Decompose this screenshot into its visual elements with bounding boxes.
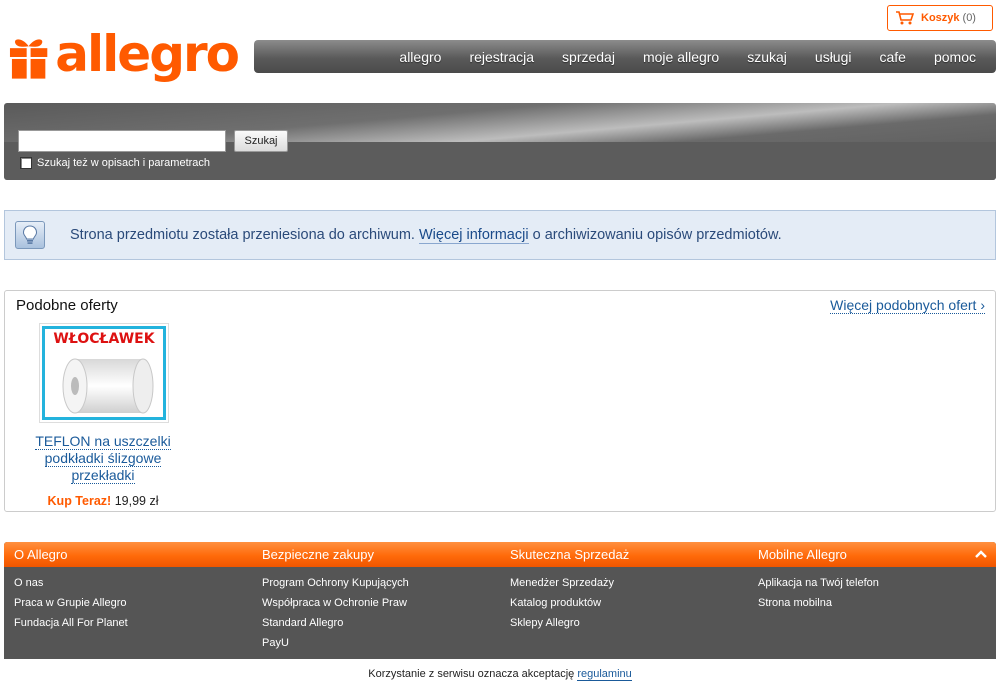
footer-link-o-nas[interactable]: O nas <box>14 573 128 593</box>
archive-info-link[interactable]: Więcej informacji <box>418 227 529 244</box>
cart-button[interactable]: Koszyk (0) <box>887 5 993 31</box>
chevron-up-icon[interactable] <box>974 547 988 561</box>
footer-link-aplikacja[interactable]: Aplikacja na Twój telefon <box>758 573 879 593</box>
more-similar-offers-link[interactable]: Więcej podobnych ofert › <box>830 297 985 314</box>
nav-item-szukaj[interactable]: szukaj <box>733 49 801 65</box>
archive-info-bar: Strona przedmiotu została przeniesiona d… <box>4 210 996 260</box>
footer-links-skuteczna-sprzedaz: Menedżer Sprzedaży Katalog produktów Skl… <box>510 573 614 633</box>
terms-link[interactable]: regulaminu <box>577 668 632 681</box>
offer-title-link[interactable]: TEFLON na uszczelki podkładki ślizgowe p… <box>25 433 181 484</box>
footer-link-program-ochrony[interactable]: Program Ochrony Kupujących <box>262 573 409 593</box>
footer-column-title-skuteczna-sprzedaz: Skuteczna Sprzedaż <box>510 542 629 567</box>
footer-link-praca[interactable]: Praca w Grupie Allegro <box>14 593 128 613</box>
price-value: 19,99 zł <box>114 494 159 508</box>
nav-item-cafe[interactable]: cafe <box>866 49 920 65</box>
search-descriptions-checkbox[interactable] <box>20 157 32 169</box>
footer-link-standard[interactable]: Standard Allegro <box>262 613 409 633</box>
nav-item-allegro[interactable]: allegro <box>385 49 455 65</box>
offer-card: WŁOCŁAWEK TEFLON na uszczelki podkładki … <box>25 323 181 508</box>
legal-text: Korzystanie z serwisu oznacza akceptację <box>368 668 578 680</box>
nav-item-rejestracja[interactable]: rejestracja <box>455 49 548 65</box>
footer-header: O Allegro Bezpieczne zakupy Skuteczna Sp… <box>4 542 996 567</box>
nav-item-pomoc[interactable]: pomoc <box>920 49 990 65</box>
nav-item-moje-allegro[interactable]: moje allegro <box>629 49 733 65</box>
allegro-logo[interactable]: allegro <box>8 25 240 88</box>
tape-roll-icon <box>62 358 154 414</box>
similar-offers-title: Podobne oferty <box>16 297 118 314</box>
footer-title: Bezpieczne zakupy <box>262 547 375 562</box>
footer-column-title-o-allegro: O Allegro <box>14 542 67 567</box>
search-descriptions-option[interactable]: Szukaj też w opisach i parametrach <box>20 157 210 169</box>
footer-link-sklepy[interactable]: Sklepy Allegro <box>510 613 614 633</box>
footer-link-menedzer[interactable]: Menedżer Sprzedaży <box>510 573 614 593</box>
search-input[interactable] <box>18 130 226 152</box>
footer: O Allegro Bezpieczne zakupy Skuteczna Sp… <box>4 542 996 659</box>
footer-link-strona-mobilna[interactable]: Strona mobilna <box>758 593 879 613</box>
footer-links-bezpieczne-zakupy: Program Ochrony Kupujących Współpraca w … <box>262 573 409 653</box>
cart-icon <box>896 11 914 25</box>
footer-links-mobilne-allegro: Aplikacja na Twój telefon Strona mobilna <box>758 573 879 613</box>
archive-info-text-before: Strona przedmiotu została przeniesiona d… <box>70 227 419 243</box>
legal-notice: Korzystanie z serwisu oznacza akceptację… <box>0 668 1000 681</box>
footer-column-title-mobilne-allegro: Mobilne Allegro <box>758 542 847 567</box>
offer-image: WŁOCŁAWEK <box>42 326 166 420</box>
offer-price: Kup Teraz! 19,99 zł <box>25 494 181 508</box>
lightbulb-icon <box>15 221 45 249</box>
footer-link-wspolpraca[interactable]: Współpraca w Ochronie Praw <box>262 593 409 613</box>
footer-column-title-bezpieczne-zakupy: Bezpieczne zakupy <box>262 542 374 567</box>
footer-link-fundacja[interactable]: Fundacja All For Planet <box>14 613 128 633</box>
main-nav: allegro rejestracja sprzedaj moje allegr… <box>254 40 996 73</box>
similar-offers-panel: Podobne oferty Więcej podobnych ofert › … <box>4 290 996 512</box>
nav-item-uslugi[interactable]: usługi <box>801 49 866 65</box>
footer-link-payu[interactable]: PayU <box>262 633 409 653</box>
offer-image-label: WŁOCŁAWEK <box>53 331 155 347</box>
archive-info-text-after: o archiwizowaniu opisów przedmiotów. <box>528 227 782 243</box>
cart-count: (0) <box>962 12 976 24</box>
nav-item-sprzedaj[interactable]: sprzedaj <box>548 49 629 65</box>
search-descriptions-label: Szukaj też w opisach i parametrach <box>37 157 211 169</box>
search-button[interactable]: Szukaj <box>234 130 288 152</box>
logo-text: allegro <box>55 25 240 83</box>
footer-title: Mobilne Allegro <box>758 547 847 562</box>
footer-title: O Allegro <box>14 547 68 562</box>
offer-thumbnail[interactable]: WŁOCŁAWEK <box>39 323 169 423</box>
cart-label: Koszyk <box>921 12 960 24</box>
gift-icon <box>9 39 48 79</box>
search-band: Szukaj Szukaj też w opisach i parametrac… <box>4 103 996 180</box>
archive-info-text: Strona przedmiotu została przeniesiona d… <box>70 227 782 244</box>
footer-link-katalog[interactable]: Katalog produktów <box>510 593 614 613</box>
buy-now-label: Kup Teraz! <box>47 494 112 508</box>
offer-title: TEFLON na uszczelki podkładki ślizgowe p… <box>35 433 171 484</box>
footer-links-o-allegro: O nas Praca w Grupie Allegro Fundacja Al… <box>14 573 128 633</box>
footer-title: Skuteczna Sprzedaż <box>510 547 630 562</box>
